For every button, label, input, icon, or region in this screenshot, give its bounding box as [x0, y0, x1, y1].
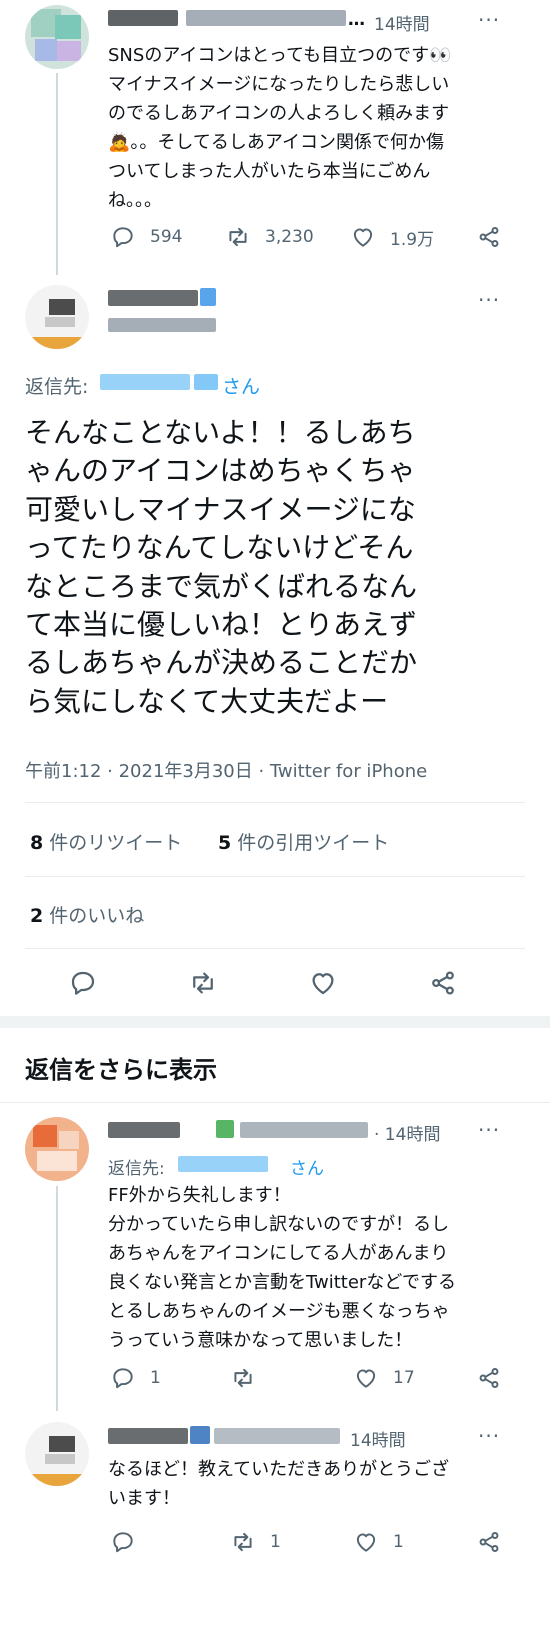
reply-count: 1	[150, 1368, 161, 1388]
like-total: 2	[30, 905, 44, 927]
quotes-stat[interactable]: 5 件の引用ツイート	[218, 828, 389, 855]
tweet-time[interactable]: 14時間	[350, 1426, 406, 1451]
quote-total-label: 件の引用ツイート	[231, 832, 390, 854]
heart-icon	[356, 1369, 376, 1388]
heart-icon	[312, 973, 334, 995]
more-icon[interactable]: ···	[478, 1426, 500, 1446]
reply-text: FF外から失礼します！ 分かっていたら申し訳ないのですが！るし あちゃんをアイコ…	[108, 1185, 456, 1351]
reply-to-label: 返信先:	[108, 1159, 165, 1179]
like-count: 1	[393, 1532, 404, 1552]
avatar[interactable]	[25, 1422, 89, 1486]
reply-text: なるほど！教えていただきありがとうござ います！	[108, 1459, 450, 1509]
like-total-label: 件のいいね	[43, 905, 145, 927]
thread-line	[56, 73, 58, 275]
reply-button[interactable]	[68, 968, 98, 998]
reply-count: 594	[150, 227, 183, 247]
retweet-count: 1	[270, 1532, 281, 1552]
retweet-count: 3,230	[265, 227, 314, 247]
name-emoji	[216, 1120, 234, 1138]
display-name[interactable]	[108, 10, 178, 26]
username[interactable]	[240, 1122, 368, 1138]
reply-to-label: 返信先:	[25, 376, 89, 398]
reply-button[interactable]: 594	[110, 222, 182, 252]
username[interactable]	[214, 1428, 340, 1444]
avatar[interactable]	[25, 1117, 89, 1181]
retweet-total-label: 件のリツイート	[43, 832, 183, 854]
name-emoji	[200, 288, 216, 306]
tweet-actions: 1 1	[110, 1527, 530, 1557]
retweet-button[interactable]	[230, 1363, 270, 1393]
divider	[25, 876, 525, 877]
share-icon	[479, 1368, 499, 1388]
divider	[25, 802, 525, 803]
tweet-time[interactable]: 14時間	[374, 10, 430, 35]
reply-icon	[113, 1368, 133, 1389]
share-button[interactable]	[428, 968, 458, 998]
avatar[interactable]	[25, 285, 89, 349]
like-button[interactable]: 1.9万	[350, 222, 434, 252]
reply-icon	[113, 227, 133, 248]
share-icon	[479, 227, 499, 247]
reply-icon	[113, 1532, 133, 1553]
share-icon	[479, 1532, 499, 1552]
display-name[interactable]	[108, 290, 198, 306]
share-button[interactable]	[476, 1527, 502, 1557]
retweet-button[interactable]: 3,230	[225, 222, 314, 252]
like-count: 17	[393, 1368, 415, 1388]
divider	[25, 948, 525, 949]
tweet-time[interactable]: · 14時間	[374, 1120, 440, 1145]
reply-to-user[interactable]	[194, 374, 218, 390]
likes-stat[interactable]: 2 件のいいね	[30, 901, 144, 928]
tweet-meta: 午前1:12 · 2021年3月30日 · Twitter for iPhone	[25, 761, 428, 782]
more-icon[interactable]: ···	[478, 10, 500, 30]
tweet-actions: 1 17	[110, 1363, 530, 1393]
like-count: 1.9万	[390, 229, 435, 250]
main-tweet-text: そんなことないよ！！るしあち ゃんのアイコンはめちゃくちゃ 可愛いしマイナスイメ…	[25, 416, 418, 718]
retweet-icon	[234, 1368, 252, 1388]
like-button[interactable]	[308, 968, 338, 998]
username[interactable]	[186, 10, 346, 26]
retweet-button[interactable]: 1	[230, 1527, 281, 1557]
divider	[0, 1102, 550, 1103]
display-name[interactable]	[108, 1122, 180, 1138]
section-separator	[0, 1016, 550, 1028]
reply-to-suffix: さん	[222, 376, 261, 398]
thread-line	[56, 1186, 58, 1411]
more-replies-heading[interactable]: 返信をさらに表示	[25, 1050, 217, 1085]
share-icon	[432, 971, 454, 995]
reply-icon	[71, 971, 95, 995]
more-icon[interactable]: ···	[478, 290, 500, 310]
retweet-icon	[229, 227, 247, 247]
reply-button[interactable]	[110, 1527, 150, 1557]
reply-to-user[interactable]	[178, 1156, 268, 1172]
like-button[interactable]: 1	[353, 1527, 404, 1557]
retweet-icon	[234, 1532, 252, 1552]
retweet-button[interactable]	[188, 968, 218, 998]
avatar[interactable]	[25, 5, 89, 69]
reply-button[interactable]: 1	[110, 1363, 161, 1393]
quote-total: 5	[218, 832, 232, 854]
retweet-icon	[193, 972, 213, 994]
heart-icon	[353, 228, 373, 247]
tweet-text: SNSのアイコンはとっても目立つのです👀 マイナスイメージになったりしたら悲しい…	[108, 45, 452, 211]
tweet-actions: 594 3,230 1.9万	[110, 222, 530, 252]
share-button[interactable]	[476, 1363, 502, 1393]
retweet-total: 8	[30, 832, 44, 854]
username[interactable]	[108, 318, 216, 332]
more-icon[interactable]: ···	[478, 1120, 500, 1140]
heart-icon	[356, 1533, 376, 1552]
ellipsis: …	[348, 10, 365, 30]
share-button[interactable]	[476, 222, 502, 252]
display-name[interactable]	[108, 1428, 188, 1444]
retweets-stat[interactable]: 8 件のリツイート	[30, 828, 182, 855]
name-emoji	[190, 1426, 210, 1444]
reply-to-suffix: さん	[290, 1159, 324, 1179]
reply-to-user[interactable]	[100, 374, 190, 390]
like-button[interactable]: 17	[353, 1363, 415, 1393]
